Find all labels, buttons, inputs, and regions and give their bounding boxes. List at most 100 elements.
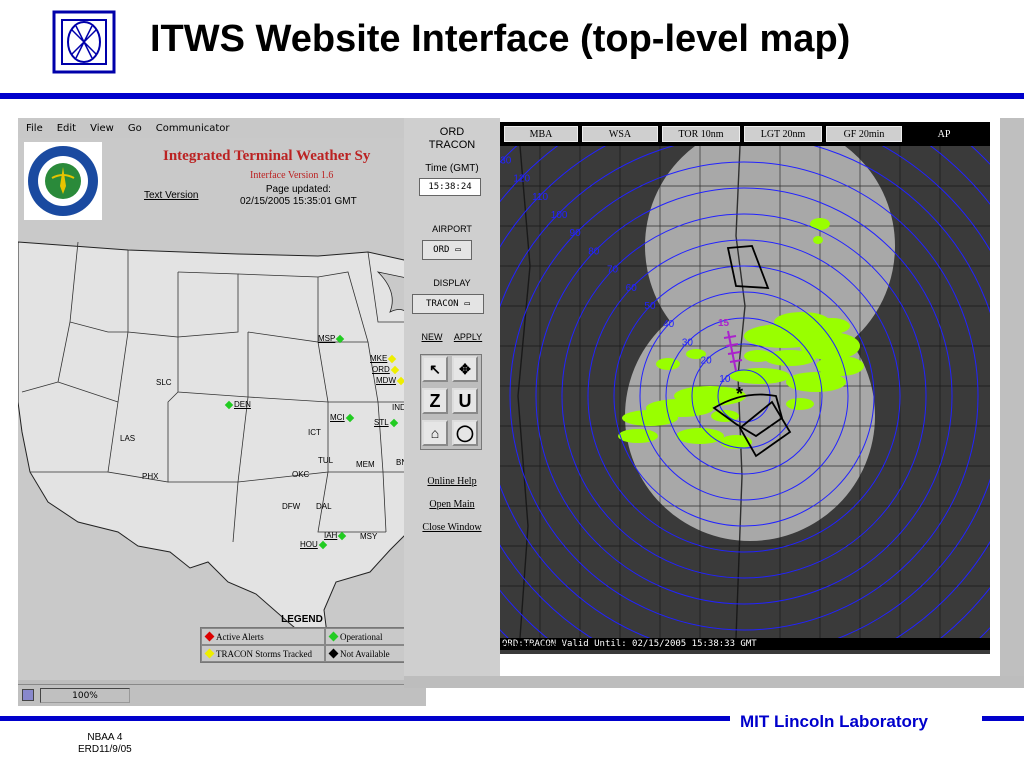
airport-select[interactable]: ORD ▭ — [422, 240, 472, 260]
airport-mdw[interactable]: MDW — [376, 376, 406, 385]
tab-mba[interactable]: MBA — [504, 126, 578, 142]
airport-status-marker — [338, 531, 347, 540]
airport-slc: SLC — [156, 378, 172, 387]
tab-wsa[interactable]: WSA — [582, 126, 658, 142]
airport-stl[interactable]: STL — [374, 418, 398, 427]
precip-cell — [814, 318, 850, 334]
lincoln-lab-logo — [52, 10, 116, 74]
range-ring-label: 60 — [626, 283, 638, 294]
airport-status-marker — [390, 365, 400, 374]
dropdown-icon: ▭ — [464, 299, 470, 309]
zoom-tool-button[interactable]: Z — [422, 388, 448, 414]
precip-cell — [786, 398, 814, 410]
airport-asterisk-icon: * — [736, 384, 743, 404]
airport-hou[interactable]: HOU — [300, 540, 328, 549]
menu-file[interactable]: File — [26, 123, 43, 134]
legend-item-tracon-storms: TRACON Storms Tracked — [201, 645, 325, 662]
airport-label: AIRPORT — [432, 224, 472, 234]
menu-edit[interactable]: Edit — [57, 123, 76, 134]
tab-lgt[interactable]: LGT 20nm — [744, 126, 822, 142]
airport-dal: DAL — [316, 502, 332, 511]
dropdown-icon: ▭ — [455, 245, 461, 255]
airport-status-marker — [336, 334, 345, 343]
tab-gf[interactable]: GF 20min — [826, 126, 902, 142]
radar-map-window: MBA WSA TOR 10nm LGT 20nm GF 20min AP 10… — [500, 122, 990, 654]
time-label: Time (GMT) — [425, 163, 479, 174]
pan-tool-button[interactable]: ✥ — [452, 356, 478, 382]
airport-status-marker — [388, 354, 397, 363]
airport-iah[interactable]: IAH — [324, 531, 347, 540]
range-ring-label: 10 — [719, 374, 731, 385]
radar-map[interactable]: 102030405060708090100110120130140 15 * — [500, 146, 990, 638]
tab-tor[interactable]: TOR 10nm — [662, 126, 740, 142]
slide-title: ITWS Website Interface (top-level map) — [150, 18, 851, 60]
us-map-labels: MSP DEN MCI STL IAH HOU MKE ORD MDW SLC LAS PHX ICT T… — [18, 138, 426, 680]
footer-meta-line1: NBAA 4 — [87, 732, 123, 743]
airport-mci[interactable]: MCI — [330, 413, 354, 422]
window-edge — [1000, 118, 1024, 688]
airport-msp[interactable]: MSP — [318, 334, 345, 343]
range-ring-label: 40 — [663, 319, 675, 330]
airport-ict: ICT — [308, 428, 321, 437]
home-tool-button[interactable]: ⌂ — [422, 420, 448, 446]
browser-window: File Edit View Go Communicator Integrate… — [18, 118, 426, 706]
online-help-link[interactable]: Online Help — [404, 476, 500, 487]
unavail-status: UNAVAIL: NONE — [502, 642, 564, 651]
range-ring-label: 100 — [551, 210, 568, 221]
airport-mem: MEM — [356, 460, 375, 469]
unavail-value: NONE — [541, 642, 565, 651]
menu-view[interactable]: View — [90, 123, 114, 134]
precip-cell — [656, 358, 680, 370]
precip-cell — [618, 429, 658, 443]
tab-ap[interactable]: AP — [906, 126, 982, 142]
legend-item-not-available: Not Available — [325, 645, 405, 662]
pointer-tool-button[interactable]: ↖ — [422, 356, 448, 382]
browser-menubar: File Edit View Go Communicator — [18, 118, 426, 138]
site-name: ORD — [439, 126, 465, 138]
menu-go[interactable]: Go — [128, 123, 142, 134]
new-link[interactable]: NEW — [412, 332, 452, 342]
range-ring-label: 20 — [701, 356, 713, 367]
apply-link[interactable]: APPLY — [448, 332, 488, 342]
valid-until-line: ORD:TRACON Valid Until: 02/15/2005 15:38… — [500, 638, 990, 650]
airport-status-marker — [318, 540, 328, 549]
menu-communicator[interactable]: Communicator — [156, 123, 230, 134]
airport-status-marker — [345, 413, 354, 422]
airport-okc: OKC — [292, 470, 310, 479]
airport-mke[interactable]: MKE — [370, 354, 397, 363]
itws-control-panel: ORD TRACON Time (GMT) 15:38:24 AIRPORT O… — [404, 118, 500, 688]
open-main-link[interactable]: Open Main — [404, 499, 500, 510]
range-ring-label: 70 — [607, 265, 619, 276]
footer-meta: NBAA 4 ERD11/9/05 — [78, 732, 132, 756]
header-rule — [0, 93, 1024, 99]
footer-meta-line2: ERD11/9/05 — [78, 744, 132, 755]
status-zoom: 100% — [40, 688, 130, 703]
browser-statusbar: 100% — [18, 684, 426, 706]
footer-rule-right — [982, 716, 1024, 721]
airport-dfw: DFW — [282, 502, 301, 511]
legend-grid: Active Alerts Operational TRACON Storms … — [200, 627, 405, 663]
airport-den[interactable]: DEN — [224, 400, 251, 409]
precip-cell — [786, 372, 846, 392]
airport-msy: MSY — [360, 532, 378, 541]
airport-status-marker — [389, 418, 398, 427]
unzoom-tool-button[interactable]: U — [452, 388, 478, 414]
range-ring-label: 120 — [513, 174, 530, 185]
range-ring-label: 50 — [644, 301, 656, 312]
range-ring-label: 90 — [570, 228, 582, 239]
unavail-label: UNAVAIL: — [502, 642, 540, 651]
browser-content: Integrated Terminal Weather Sy Interface… — [18, 138, 426, 680]
legend-item-operational: Operational — [325, 628, 405, 645]
airport-status-marker — [224, 400, 234, 409]
gust-front-label: 15 — [718, 318, 730, 329]
precip-cell — [813, 236, 823, 244]
range-ring-label: 110 — [532, 192, 548, 203]
site-type: TRACON — [428, 139, 476, 151]
display-select[interactable]: TRACON ▭ — [412, 294, 484, 314]
window-scrollbar[interactable] — [404, 676, 1024, 688]
security-icon[interactable] — [22, 689, 34, 701]
close-window-link[interactable]: Close Window — [404, 522, 500, 533]
range-rings-tool-button[interactable]: ◯ — [452, 420, 478, 446]
airport-ord[interactable]: ORD — [372, 365, 400, 374]
time-field[interactable]: 15:38:24 — [419, 178, 481, 196]
